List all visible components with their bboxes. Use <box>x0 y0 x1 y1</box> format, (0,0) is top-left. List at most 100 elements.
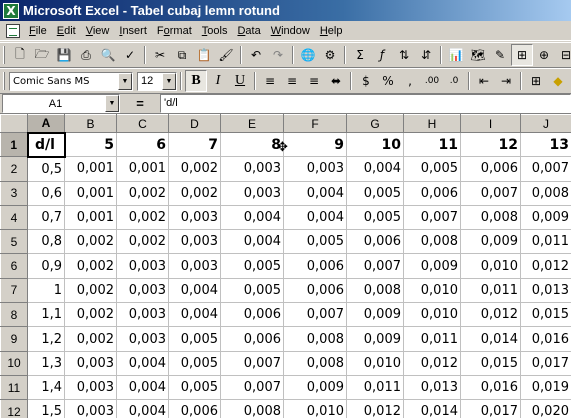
italic-button[interactable]: I <box>207 70 229 92</box>
cell[interactable]: 0,008 <box>460 205 521 231</box>
cell[interactable]: 0,005 <box>346 181 404 206</box>
cell[interactable]: 11 <box>403 132 461 158</box>
cell[interactable]: 1,4 <box>27 375 65 401</box>
open-icon[interactable]: 🗁 <box>31 44 53 66</box>
cell[interactable]: 0,004 <box>168 302 221 328</box>
cell[interactable]: 0,002 <box>64 253 117 279</box>
cell[interactable]: 0,011 <box>403 326 461 352</box>
format-painter-icon[interactable]: 🖌 <box>215 44 237 66</box>
cell[interactable]: 0,007 <box>283 302 347 328</box>
equals-sign[interactable]: = <box>120 96 160 111</box>
row-header[interactable]: 2 <box>0 156 28 182</box>
cell[interactable]: 1,1 <box>27 302 65 328</box>
row-header[interactable]: 6 <box>0 253 28 279</box>
cell[interactable]: 12 <box>460 132 521 158</box>
row-header[interactable]: 3 <box>0 180 28 206</box>
cell[interactable]: 6 <box>116 132 169 158</box>
cell[interactable]: 0,003 <box>168 205 221 231</box>
row-header[interactable]: 12 <box>0 399 28 418</box>
cell[interactable]: 0,016 <box>460 375 521 401</box>
zoom-icon[interactable]: ⊕ <box>533 44 555 66</box>
menu-tools[interactable]: Tools <box>197 25 233 37</box>
cell[interactable]: 0,003 <box>116 302 169 328</box>
cell[interactable]: 0,006 <box>346 229 404 255</box>
cell[interactable]: 0,005 <box>168 375 221 401</box>
chevron-down-icon[interactable]: ▼ <box>105 95 119 112</box>
active-cell[interactable]: d/l <box>26 131 66 158</box>
cell[interactable]: 0,005 <box>168 326 221 352</box>
cell[interactable]: 0,004 <box>283 205 347 231</box>
show-formulas-icon[interactable]: ⊟ <box>555 44 571 66</box>
menu-help[interactable]: Help <box>315 25 348 37</box>
cell[interactable]: 13 <box>520 132 571 158</box>
select-all-corner[interactable] <box>0 114 28 133</box>
cell[interactable]: 0,005 <box>403 156 461 182</box>
cell[interactable]: 1,3 <box>27 351 65 376</box>
cell[interactable]: 0,004 <box>346 156 404 182</box>
undo-icon[interactable]: ↶ <box>245 44 267 66</box>
cell[interactable]: 0,009 <box>520 205 571 231</box>
cell[interactable]: 0,008 <box>346 278 404 304</box>
column-header[interactable]: A <box>27 114 65 133</box>
cell[interactable]: 0,014 <box>403 399 461 418</box>
cell[interactable]: 0,001 <box>116 156 169 182</box>
cell[interactable]: 0,004 <box>220 229 284 255</box>
fill-color-icon[interactable]: ◆ <box>547 70 569 92</box>
row-header[interactable]: 8 <box>0 302 28 328</box>
cell[interactable]: 0,010 <box>460 253 521 279</box>
cell[interactable]: 0,006 <box>283 253 347 279</box>
formula-input[interactable]: 'd/l <box>160 94 571 113</box>
cell[interactable]: 0,003 <box>116 278 169 304</box>
cell[interactable]: 0,014 <box>460 326 521 352</box>
cell[interactable]: 0,008 <box>220 399 284 418</box>
cell[interactable]: 0,009 <box>346 326 404 352</box>
decrease-indent-icon[interactable]: ⇤ <box>473 70 495 92</box>
menu-edit[interactable]: Edit <box>52 25 81 37</box>
paste-icon[interactable]: 📋 <box>193 44 215 66</box>
cell[interactable]: 0,007 <box>220 351 284 376</box>
column-header[interactable]: E <box>220 114 284 133</box>
increase-indent-icon[interactable]: ⇥ <box>495 70 517 92</box>
cell[interactable]: 0,004 <box>220 205 284 231</box>
bold-button[interactable]: B <box>185 70 207 92</box>
cell[interactable]: 0,5 <box>27 156 65 182</box>
cell[interactable]: 0,001 <box>64 205 117 231</box>
cell[interactable]: 0,012 <box>403 351 461 376</box>
cell[interactable]: 0,003 <box>220 156 284 182</box>
borders-icon[interactable]: ⊞ <box>525 70 547 92</box>
cell[interactable]: 0,001 <box>64 156 117 182</box>
print-preview-icon[interactable]: 🔍 <box>97 44 119 66</box>
cell[interactable]: 0,003 <box>283 156 347 182</box>
font-name-select[interactable]: Comic Sans MS ▼ <box>9 71 133 91</box>
cell[interactable]: 0,013 <box>520 278 571 304</box>
font-size-select[interactable]: 12 ▼ <box>137 71 177 91</box>
cell[interactable]: 0,003 <box>64 375 117 401</box>
row-header[interactable]: 7 <box>0 277 28 304</box>
cell[interactable]: 0,007 <box>403 205 461 231</box>
cell[interactable]: 0,004 <box>116 351 169 376</box>
cell[interactable]: 0,015 <box>520 302 571 328</box>
sort-descending-icon[interactable]: ⇵ <box>415 44 437 66</box>
cell[interactable]: 0,006 <box>220 326 284 352</box>
cell[interactable]: 0,002 <box>168 156 221 182</box>
save-icon[interactable]: 💾 <box>53 44 75 66</box>
column-header[interactable]: C <box>116 114 169 133</box>
cell[interactable]: 0,007 <box>520 156 571 182</box>
cell[interactable]: 0,012 <box>460 302 521 328</box>
map-icon[interactable]: 🗺 <box>467 44 489 66</box>
cell[interactable]: 1,2 <box>27 326 65 352</box>
spelling-icon[interactable]: ✓ <box>119 44 141 66</box>
menu-data[interactable]: Data <box>232 25 265 37</box>
cell[interactable]: 0,005 <box>283 229 347 255</box>
row-header[interactable]: 9 <box>0 326 28 352</box>
toolbar-grip[interactable] <box>3 46 5 64</box>
cell[interactable]: 0,008 <box>520 181 571 206</box>
cell[interactable]: 0,005 <box>168 351 221 376</box>
cell[interactable]: 5 <box>64 132 117 158</box>
cell[interactable]: 0,002 <box>116 205 169 231</box>
cell[interactable]: 0,009 <box>460 229 521 255</box>
cell[interactable]: 0,005 <box>220 278 284 304</box>
insert-hyperlink-icon[interactable]: 🌐 <box>297 44 319 66</box>
cell[interactable]: 9 <box>283 132 347 158</box>
cell[interactable]: 0,8 <box>27 229 65 255</box>
